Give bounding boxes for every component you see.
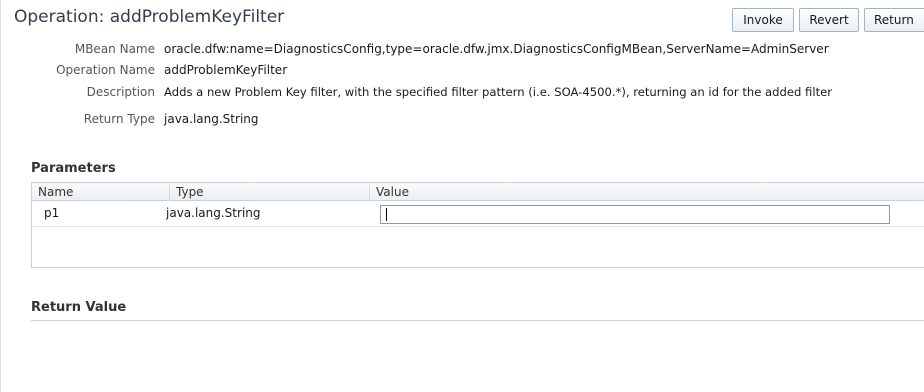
return-button[interactable]: Return xyxy=(864,8,924,32)
param-value-input[interactable] xyxy=(380,205,890,224)
return-type-label: Return Type xyxy=(83,112,155,126)
return-value-divider xyxy=(31,320,924,321)
table-header: Name Type Value xyxy=(32,182,924,201)
description-value: Adds a new Problem Key filter, with the … xyxy=(164,85,833,99)
operation-name-value: addProblemKeyFilter xyxy=(164,63,288,77)
operation-toolbar: Invoke Revert Return xyxy=(732,8,924,32)
param-type-cell: java.lang.String xyxy=(166,206,261,220)
text-caret xyxy=(386,208,387,221)
operation-name-label: Operation Name xyxy=(56,63,155,77)
column-header-name[interactable]: Name xyxy=(32,183,170,201)
column-header-type[interactable]: Type xyxy=(170,183,370,201)
column-header-value[interactable]: Value xyxy=(370,183,924,201)
mbean-name-value: oracle.dfw:name=DiagnosticsConfig,type=o… xyxy=(164,42,829,56)
mbean-name-label: MBean Name xyxy=(74,42,155,56)
parameters-heading: Parameters xyxy=(31,161,116,176)
param-name-cell: p1 xyxy=(44,206,60,220)
invoke-button[interactable]: Invoke xyxy=(732,8,794,32)
operation-page: Operation: addProblemKeyFilter Invoke Re… xyxy=(0,0,924,392)
return-type-value: java.lang.String xyxy=(164,112,259,126)
description-label: Description xyxy=(86,85,155,99)
parameters-table: Name Type Value p1 java.lang.String xyxy=(31,182,924,268)
return-value-heading: Return Value xyxy=(31,300,127,315)
table-row: p1 java.lang.String xyxy=(32,201,924,227)
revert-button[interactable]: Revert xyxy=(799,8,859,32)
page-title: Operation: addProblemKeyFilter xyxy=(14,7,285,27)
